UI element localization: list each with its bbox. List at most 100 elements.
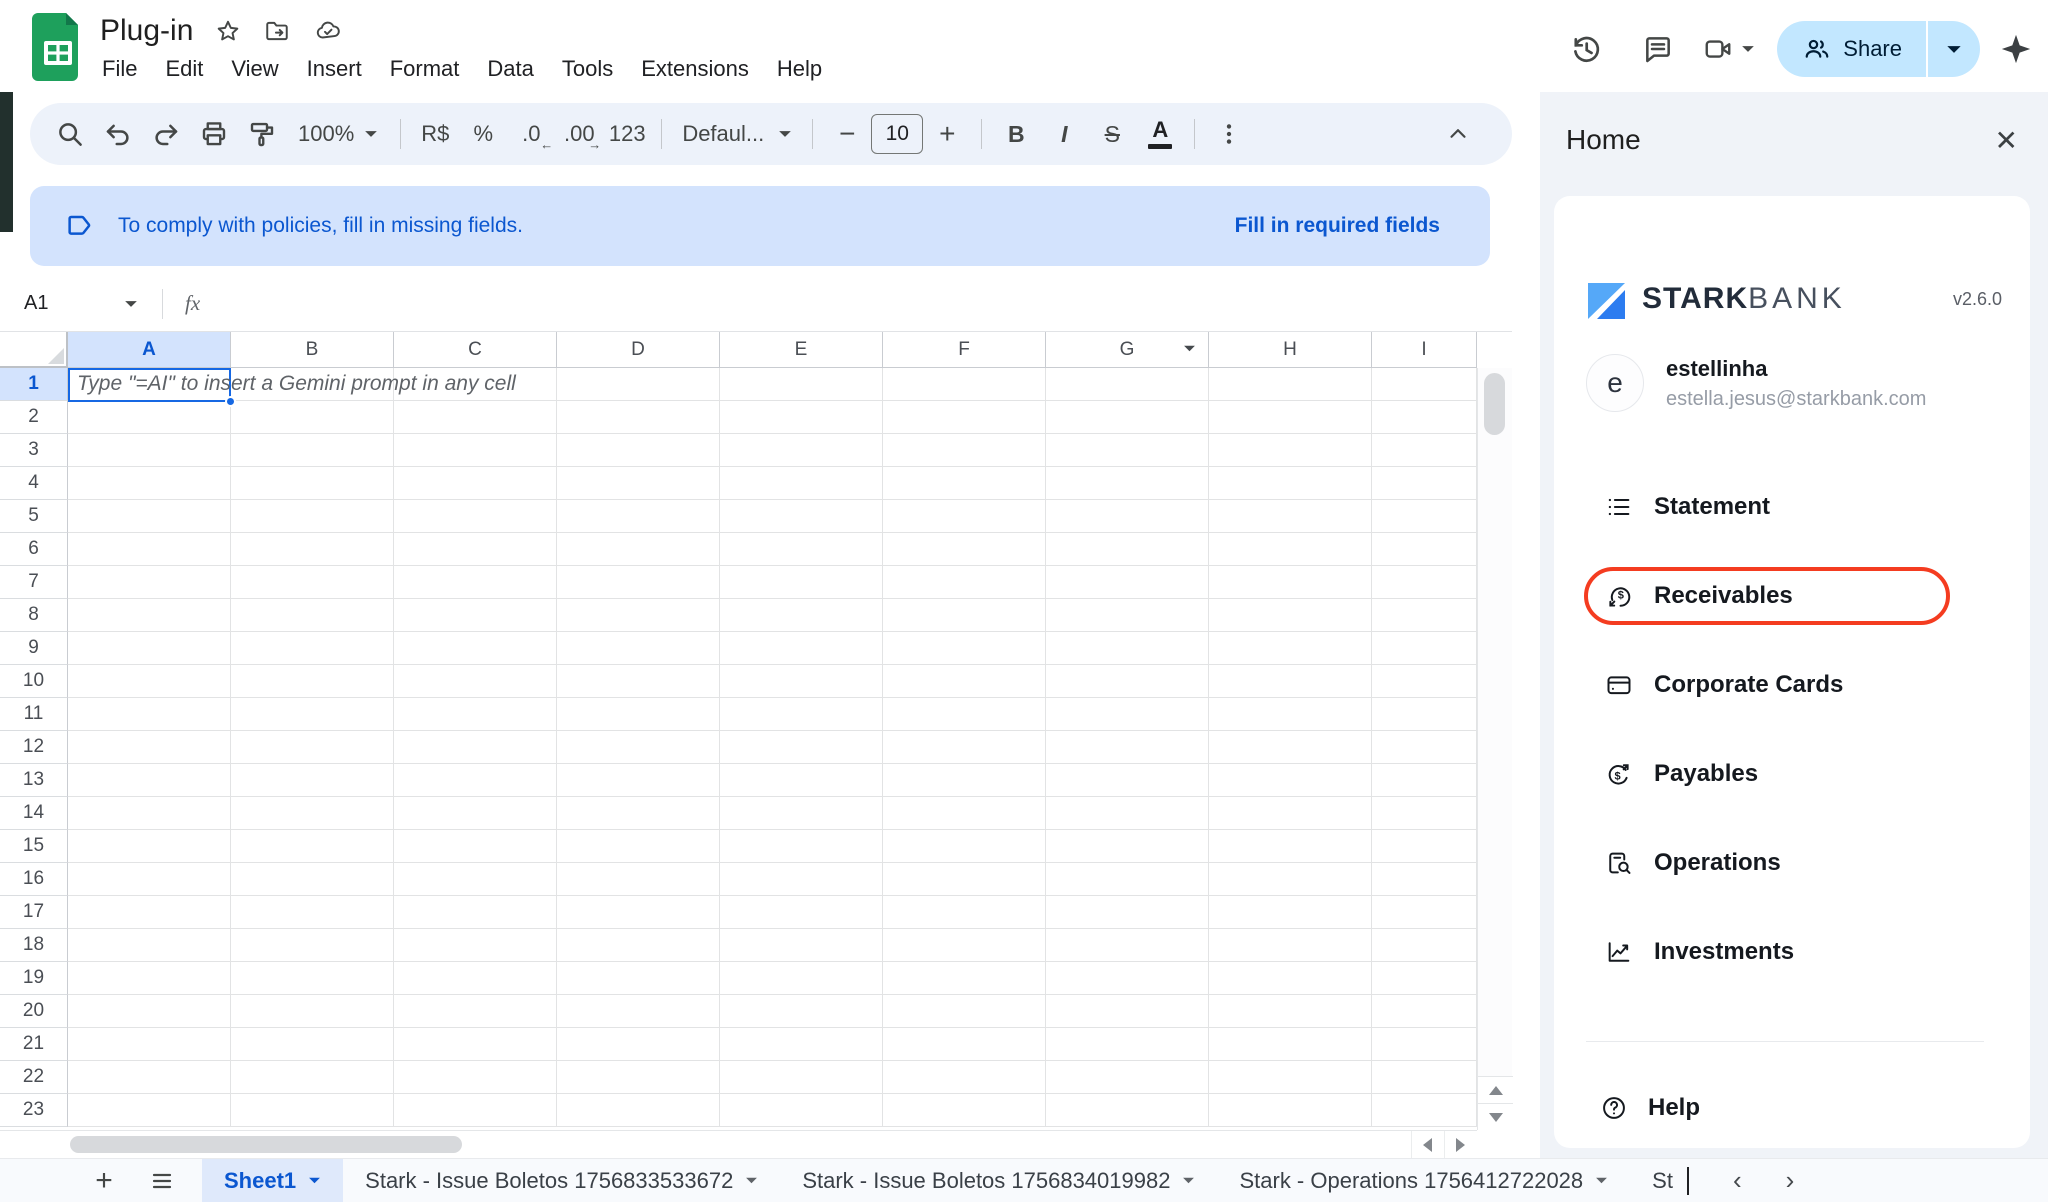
move-to-folder-icon[interactable] (263, 18, 291, 44)
cell-i15[interactable] (1372, 830, 1477, 862)
cell-d21[interactable] (557, 1028, 720, 1060)
cell-f15[interactable] (883, 830, 1046, 862)
sheet-tab-dropdown-icon[interactable] (1182, 1176, 1195, 1185)
cell-d14[interactable] (557, 797, 720, 829)
cell-c5[interactable] (394, 500, 557, 532)
menu-format[interactable]: Format (376, 52, 474, 86)
cell-b7[interactable] (231, 566, 394, 598)
cell-g20[interactable] (1046, 995, 1209, 1027)
cell-e10[interactable] (720, 665, 883, 697)
row-header-3[interactable]: 3 (0, 434, 68, 467)
cell-f18[interactable] (883, 929, 1046, 961)
cell-c21[interactable] (394, 1028, 557, 1060)
cell-g14[interactable] (1046, 797, 1209, 829)
cell-e11[interactable] (720, 698, 883, 730)
cell-d15[interactable] (557, 830, 720, 862)
version-history-icon[interactable] (1557, 20, 1615, 78)
cell-h5[interactable] (1209, 500, 1372, 532)
comments-icon[interactable] (1629, 20, 1687, 78)
cell-c22[interactable] (394, 1061, 557, 1093)
cell-e22[interactable] (720, 1061, 883, 1093)
menu-data[interactable]: Data (473, 52, 547, 86)
cell-g8[interactable] (1046, 599, 1209, 631)
cell-d19[interactable] (557, 962, 720, 994)
menu-file[interactable]: File (88, 52, 151, 86)
sheet-tab-dropdown-icon[interactable] (308, 1176, 321, 1185)
cell-a21[interactable] (68, 1028, 231, 1060)
column-header-b[interactable]: B (231, 332, 394, 368)
row-header-23[interactable]: 23 (0, 1094, 68, 1127)
sidebar-item-payables[interactable]: $Payables (1584, 745, 2000, 803)
cell-c12[interactable] (394, 731, 557, 763)
cell-a11[interactable] (68, 698, 231, 730)
meet-presentation-button[interactable] (1701, 34, 1755, 64)
cell-b18[interactable] (231, 929, 394, 961)
cell-i2[interactable] (1372, 401, 1477, 433)
cell-c1[interactable] (394, 368, 557, 400)
cell-i14[interactable] (1372, 797, 1477, 829)
cell-e20[interactable] (720, 995, 883, 1027)
cell-d9[interactable] (557, 632, 720, 664)
share-dropdown[interactable] (1926, 21, 1980, 77)
cell-g16[interactable] (1046, 863, 1209, 895)
cell-h8[interactable] (1209, 599, 1372, 631)
more-formats-button[interactable]: 123 (603, 110, 651, 158)
cell-h11[interactable] (1209, 698, 1372, 730)
row-header-21[interactable]: 21 (0, 1028, 68, 1061)
cell-h21[interactable] (1209, 1028, 1372, 1060)
cell-e8[interactable] (720, 599, 883, 631)
cell-i11[interactable] (1372, 698, 1477, 730)
format-percent-button[interactable]: % (459, 110, 507, 158)
close-icon[interactable]: ✕ (1995, 124, 2018, 157)
cell-h18[interactable] (1209, 929, 1372, 961)
cell-h9[interactable] (1209, 632, 1372, 664)
cell-g2[interactable] (1046, 401, 1209, 433)
cell-g9[interactable] (1046, 632, 1209, 664)
cell-c13[interactable] (394, 764, 557, 796)
cell-a8[interactable] (68, 599, 231, 631)
cell-d5[interactable] (557, 500, 720, 532)
sheet-tab-dropdown-icon[interactable] (745, 1176, 758, 1185)
cell-c23[interactable] (394, 1094, 557, 1126)
cell-f10[interactable] (883, 665, 1046, 697)
search-icon[interactable] (46, 110, 94, 158)
cell-f8[interactable] (883, 599, 1046, 631)
cell-a6[interactable] (68, 533, 231, 565)
tabs-scroll-left-icon[interactable]: ‹ (1711, 1165, 1764, 1196)
cell-b3[interactable] (231, 434, 394, 466)
add-sheet-button[interactable]: + (82, 1164, 126, 1198)
row-header-6[interactable]: 6 (0, 533, 68, 566)
cell-e3[interactable] (720, 434, 883, 466)
scroll-right-button[interactable] (1444, 1131, 1476, 1159)
cell-h16[interactable] (1209, 863, 1372, 895)
cell-h10[interactable] (1209, 665, 1372, 697)
italic-button[interactable]: I (1040, 110, 1088, 158)
collapse-toolbar-icon[interactable] (1434, 110, 1482, 158)
column-header-e[interactable]: E (720, 332, 883, 368)
column-header-g[interactable]: G (1046, 332, 1209, 368)
cell-b20[interactable] (231, 995, 394, 1027)
cell-h15[interactable] (1209, 830, 1372, 862)
cell-e4[interactable] (720, 467, 883, 499)
cell-i10[interactable] (1372, 665, 1477, 697)
cell-c2[interactable] (394, 401, 557, 433)
row-header-13[interactable]: 13 (0, 764, 68, 797)
cell-b4[interactable] (231, 467, 394, 499)
cell-f6[interactable] (883, 533, 1046, 565)
cell-i4[interactable] (1372, 467, 1477, 499)
cell-a13[interactable] (68, 764, 231, 796)
cell-b22[interactable] (231, 1061, 394, 1093)
star-icon[interactable] (215, 18, 241, 44)
redo-icon[interactable] (142, 110, 190, 158)
cell-i12[interactable] (1372, 731, 1477, 763)
cell-i22[interactable] (1372, 1061, 1477, 1093)
cell-a5[interactable] (68, 500, 231, 532)
column-header-f[interactable]: F (883, 332, 1046, 368)
cell-f5[interactable] (883, 500, 1046, 532)
cell-b10[interactable] (231, 665, 394, 697)
increase-decimal-button[interactable]: .00→ (555, 110, 603, 158)
document-title[interactable]: Plug-in (100, 14, 193, 48)
cell-c4[interactable] (394, 467, 557, 499)
decrease-font-size-button[interactable]: − (823, 110, 871, 158)
cell-d4[interactable] (557, 467, 720, 499)
